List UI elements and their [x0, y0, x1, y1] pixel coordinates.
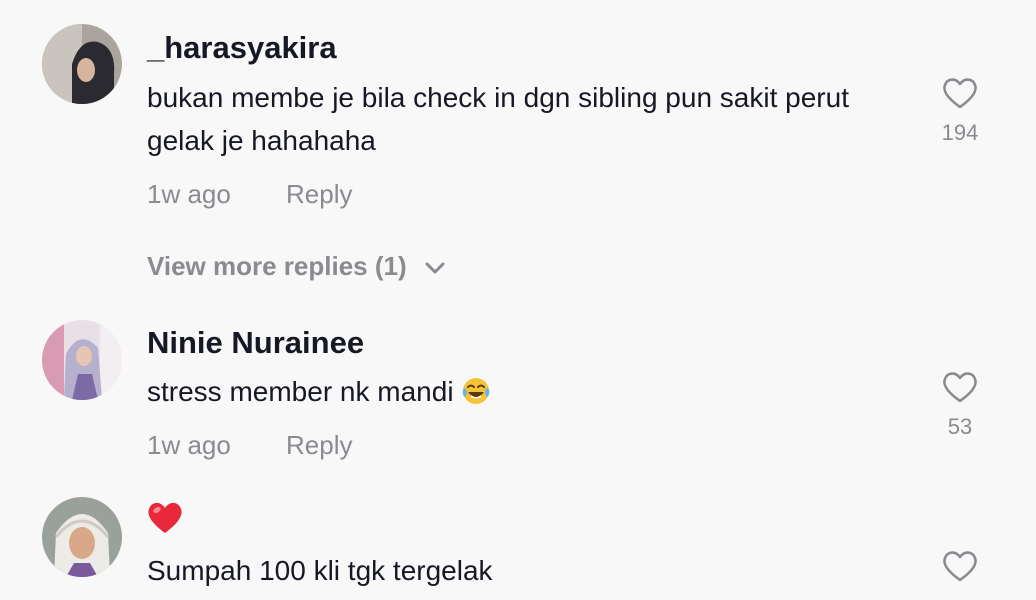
like-control: 194: [928, 76, 992, 146]
heart-icon[interactable]: [942, 549, 978, 583]
comment-meta: 1w ago Reply: [147, 430, 352, 460]
comment-time: 1w ago: [147, 430, 231, 460]
reply-button[interactable]: Reply: [286, 430, 352, 460]
chevron-down-icon: [425, 262, 445, 274]
comment-text: bukan membe je bila check in dgn sibling…: [147, 82, 849, 156]
like-control: 53: [928, 370, 992, 440]
heart-icon[interactable]: [942, 76, 978, 110]
reply-button[interactable]: Reply: [286, 179, 352, 209]
avatar[interactable]: [42, 497, 122, 577]
avatar-image: [42, 497, 122, 577]
like-control: [928, 549, 992, 583]
avatar[interactable]: [42, 24, 122, 104]
red-heart-icon: [148, 502, 182, 533]
view-more-replies-button[interactable]: View more replies (1): [147, 251, 446, 281]
comment-text: Sumpah 100 kli tgk tergelak: [147, 555, 493, 586]
comment-username[interactable]: _harasyakira: [147, 30, 337, 66]
comment-time: 1w ago: [147, 179, 231, 209]
like-count: 194: [941, 120, 979, 145]
avatar-image: [42, 320, 122, 400]
avatar-image: [42, 24, 122, 104]
like-count: 53: [947, 414, 973, 439]
comment-username[interactable]: Ninie Nurainee: [147, 325, 364, 361]
heart-icon[interactable]: [942, 370, 978, 404]
avatar[interactable]: [42, 320, 122, 400]
comment-text: stress member nk mandi: [147, 370, 907, 413]
heart-emoji: [147, 500, 183, 536]
comment-meta: 1w ago Reply: [147, 179, 352, 209]
face-with-tears-of-joy-icon: [463, 378, 490, 404]
comment-text-content: stress member nk mandi: [147, 376, 454, 407]
view-more-replies-label: View more replies (1): [147, 251, 407, 281]
